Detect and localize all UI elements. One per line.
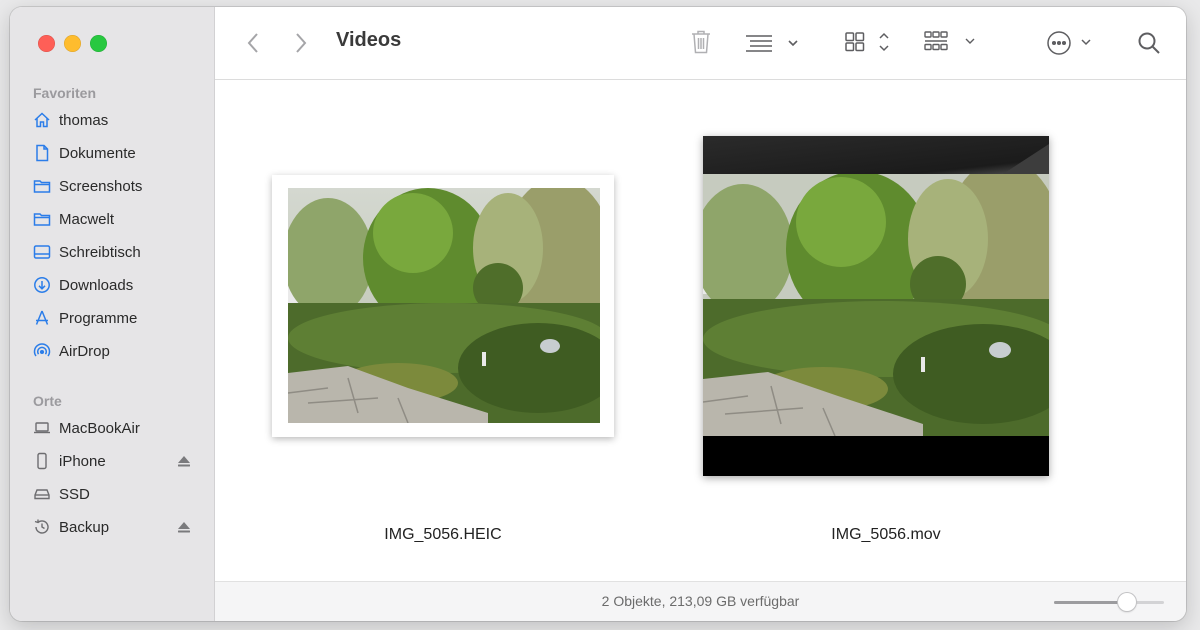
back-icon[interactable]	[243, 30, 263, 56]
iphone-icon	[32, 451, 52, 471]
sidebar-item-label: Macwelt	[59, 210, 115, 228]
eject-icon[interactable]	[176, 519, 192, 535]
minimize-button[interactable]	[64, 35, 81, 52]
sidebar-item-label: iPhone	[59, 452, 106, 470]
file-thumbnail-mov[interactable]	[703, 136, 1049, 476]
close-button[interactable]	[38, 35, 55, 52]
sidebar-item-dokumente[interactable]: Dokumente	[32, 139, 192, 167]
sidebar-item-label: Programme	[59, 309, 138, 327]
desktop-icon	[32, 242, 52, 262]
sidebar-item-programme[interactable]: Programme	[32, 304, 192, 332]
section-places: Orte	[33, 393, 62, 409]
slider-fill	[1054, 601, 1128, 604]
status-text: 2 Objekte, 213,09 GB verfügbar	[601, 593, 800, 609]
section-favorites: Favoriten	[33, 85, 97, 101]
laptop-icon	[32, 418, 52, 438]
window-controls	[38, 35, 107, 52]
sidebar-item-macbookair[interactable]: MacBookAir	[32, 414, 192, 442]
sidebar-item-macwelt[interactable]: Macwelt	[32, 205, 192, 233]
trash-icon[interactable]	[688, 28, 714, 56]
sidebar-item-label: thomas	[59, 111, 109, 129]
garden-photo	[288, 188, 600, 423]
group-icon[interactable]	[922, 29, 980, 55]
icon-size-slider[interactable]	[1054, 593, 1164, 611]
folder-icon	[32, 209, 52, 229]
sidebar-item-label: Schreibtisch	[59, 243, 141, 261]
search-icon[interactable]	[1135, 29, 1163, 57]
sidebar-item-label: MacBookAir	[59, 419, 140, 437]
icon-view-icon[interactable]	[843, 29, 893, 55]
file-thumbnail-heic[interactable]	[272, 175, 614, 437]
eject-icon[interactable]	[176, 453, 192, 469]
sidebar: Favoriten thomas Dokumente Screenshots M…	[10, 7, 215, 621]
toolbar: Videos	[215, 7, 1186, 80]
sidebar-item-screenshots[interactable]: Screenshots	[32, 172, 192, 200]
sidebar-item-airdrop[interactable]: AirDrop	[32, 337, 192, 365]
file-name-heic[interactable]: IMG_5056.HEIC	[323, 526, 563, 544]
video-top-bar	[703, 136, 1049, 174]
finder-window: Favoriten thomas Dokumente Screenshots M…	[10, 7, 1186, 621]
sidebar-item-label: Screenshots	[59, 177, 143, 195]
garden-video-frame	[703, 174, 1049, 436]
drive-icon	[32, 484, 52, 504]
airdrop-icon	[32, 341, 52, 361]
house-icon	[32, 110, 52, 130]
folder-icon	[32, 176, 52, 196]
sidebar-item-backup[interactable]: Backup	[32, 513, 192, 541]
file-name-mov[interactable]: IMG_5056.mov	[766, 526, 1006, 544]
document-icon	[32, 143, 52, 163]
sidebar-item-iphone[interactable]: iPhone	[32, 447, 192, 475]
zoom-button[interactable]	[90, 35, 107, 52]
list-view-icon[interactable]	[743, 32, 801, 54]
sidebar-item-label: Dokumente	[59, 144, 136, 162]
status-bar: 2 Objekte, 213,09 GB verfügbar	[215, 581, 1186, 621]
slider-knob[interactable]	[1118, 593, 1137, 611]
sidebar-item-thomas[interactable]: thomas	[32, 106, 192, 134]
time-machine-icon	[32, 517, 52, 537]
sidebar-item-ssd[interactable]: SSD	[32, 480, 192, 508]
sidebar-item-label: SSD	[59, 485, 90, 503]
sidebar-item-label: Backup	[59, 518, 110, 536]
file-browser: IMG_5056.HEIC IMG_5056.mov	[215, 80, 1186, 582]
sidebar-item-downloads[interactable]: Downloads	[32, 271, 192, 299]
sidebar-item-label: Downloads	[59, 276, 134, 294]
download-icon	[32, 275, 52, 295]
sidebar-item-schreibtisch[interactable]: Schreibtisch	[32, 238, 192, 266]
more-icon[interactable]	[1045, 29, 1097, 57]
forward-icon[interactable]	[291, 30, 311, 56]
apps-icon	[32, 308, 52, 328]
sidebar-item-label: AirDrop	[59, 342, 110, 360]
window-title: Videos	[336, 29, 402, 51]
